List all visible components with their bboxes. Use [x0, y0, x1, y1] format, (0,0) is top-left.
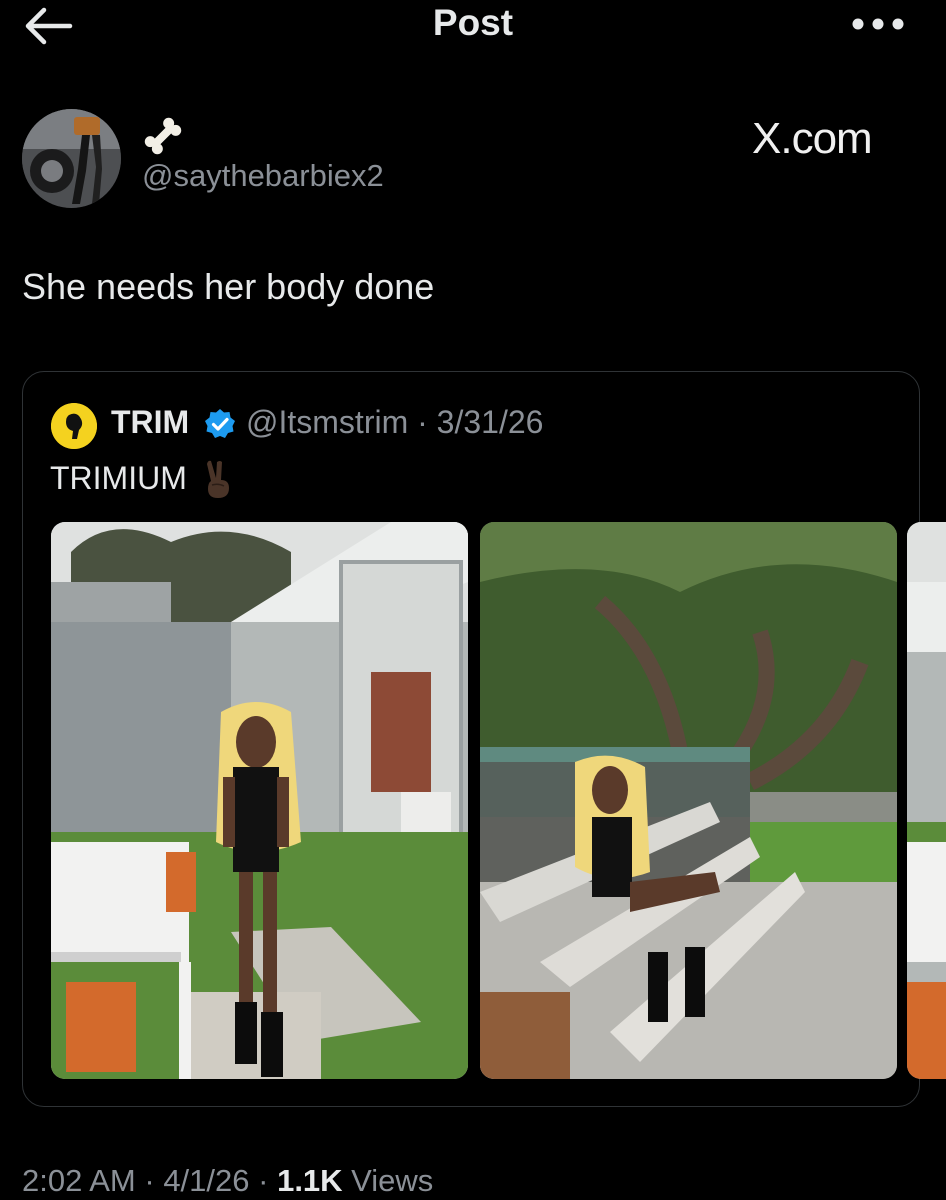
author-handle[interactable]: @saythebarbiex2	[142, 158, 384, 194]
author-avatar[interactable]	[22, 109, 121, 208]
quoted-post-text: TRIMIUM	[50, 460, 187, 496]
meta-separator: ·	[135, 1163, 164, 1198]
post-meta: 2:02 AM · 4/1/26 · 1.1K Views	[22, 1163, 433, 1199]
meta-separator: ·	[249, 1163, 278, 1198]
quoted-photo-2[interactable]	[480, 522, 897, 1079]
post-time: 2:02 AM	[22, 1163, 136, 1198]
verified-badge-icon	[205, 409, 235, 438]
post-date: 4/1/26	[163, 1163, 250, 1198]
bone-emoji-icon	[144, 117, 182, 155]
more-options-icon[interactable]	[850, 8, 906, 40]
post-text: She needs her body done	[22, 266, 435, 307]
quoted-photo-3[interactable]	[907, 522, 946, 1079]
watermark: X.com	[752, 114, 873, 163]
quoted-handle-date: @Itsmstrim · 3/31/26	[246, 404, 544, 440]
views-count[interactable]: 1.1K	[277, 1163, 342, 1198]
victory-hand-emoji-icon	[207, 460, 229, 498]
quoted-author-avatar[interactable]	[51, 403, 97, 449]
quoted-photo-1[interactable]	[51, 522, 468, 1079]
views-label: Views	[342, 1163, 434, 1198]
quoted-author-name[interactable]: TRIM	[111, 404, 189, 441]
page-title: Post	[432, 2, 514, 43]
